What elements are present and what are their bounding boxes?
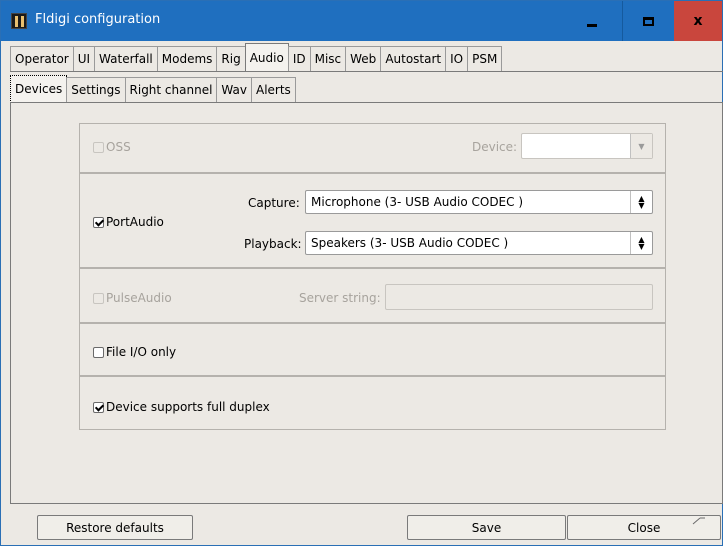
pulseaudio-checkbox[interactable]: PulseAudio xyxy=(93,291,172,305)
tab-web[interactable]: Web xyxy=(345,46,382,71)
tab-misc[interactable]: Misc xyxy=(309,46,347,71)
title-bar[interactable]: Fldigi configuration x xyxy=(1,1,722,41)
tab-modems[interactable]: Modems xyxy=(156,46,218,71)
tab-right-channel[interactable]: Right channel xyxy=(124,77,218,102)
dropdown-arrow-icon: ▼ xyxy=(630,134,652,158)
updown-arrow-icon: ▲ ▼ xyxy=(630,191,652,213)
main-tabs: Operator UI Waterfall Modems Rig Audio I… xyxy=(10,43,503,71)
tab-rig[interactable]: Rig xyxy=(216,46,246,71)
restore-defaults-button[interactable]: Restore defaults xyxy=(37,515,193,540)
full-duplex-checkbox[interactable]: Device supports full duplex xyxy=(93,400,270,414)
sub-tabs: Devices Settings Right channel Wav Alert… xyxy=(10,75,296,103)
server-string-input[interactable] xyxy=(385,284,653,310)
file-io-checkbox[interactable]: File I/O only xyxy=(93,345,176,359)
playback-select[interactable]: Speakers (3- USB Audio CODEC ) ▲ ▼ xyxy=(305,231,653,255)
oss-checkbox[interactable]: OSS xyxy=(93,140,131,154)
maximize-button[interactable] xyxy=(622,1,674,41)
close-window-button[interactable]: x xyxy=(674,1,722,41)
tab-autostart[interactable]: Autostart xyxy=(380,46,447,71)
window-title: Fldigi configuration xyxy=(35,12,161,27)
tab-io[interactable]: IO xyxy=(445,46,469,71)
save-button[interactable]: Save xyxy=(407,515,566,540)
full-duplex-checkbox-box[interactable] xyxy=(93,401,104,413)
file-io-label: File I/O only xyxy=(106,345,177,359)
portaudio-label: PortAudio xyxy=(106,215,164,229)
tab-audio[interactable]: Audio xyxy=(244,43,289,71)
minimize-icon xyxy=(587,23,597,27)
playback-value: Speakers (3- USB Audio CODEC ) xyxy=(311,236,509,250)
updown-arrow-icon: ▲ ▼ xyxy=(630,232,652,254)
capture-value: Microphone (3- USB Audio CODEC ) xyxy=(311,195,524,209)
pulseaudio-label: PulseAudio xyxy=(106,291,172,305)
capture-select[interactable]: Microphone (3- USB Audio CODEC ) ▲ ▼ xyxy=(305,190,653,214)
playback-label: Playback: xyxy=(244,237,302,251)
oss-device-label: Device: xyxy=(472,140,518,154)
server-string-label: Server string: xyxy=(299,291,381,305)
minimize-button[interactable] xyxy=(566,1,618,41)
tab-operator[interactable]: Operator xyxy=(10,46,74,71)
config-window: Fldigi configuration x Operator UI Water… xyxy=(0,0,723,546)
main-tabs-divider xyxy=(10,71,723,72)
portaudio-checkbox[interactable]: PortAudio xyxy=(93,215,164,229)
capture-label: Capture: xyxy=(248,196,300,210)
tab-waterfall[interactable]: Waterfall xyxy=(94,46,158,71)
tab-id[interactable]: ID xyxy=(287,46,311,71)
file-io-checkbox-box[interactable] xyxy=(93,346,104,358)
fldigi-app-icon xyxy=(11,13,27,29)
tab-alerts[interactable]: Alerts xyxy=(250,77,296,102)
tab-devices[interactable]: Devices xyxy=(10,75,68,103)
close-icon: x xyxy=(693,13,703,29)
maximize-icon xyxy=(643,16,654,26)
oss-device-select[interactable]: ▼ xyxy=(521,133,653,159)
portaudio-checkbox-box[interactable] xyxy=(93,216,104,228)
tab-settings[interactable]: Settings xyxy=(66,77,126,102)
tab-psm[interactable]: PSM xyxy=(467,46,503,71)
pulseaudio-checkbox-box[interactable] xyxy=(93,292,104,304)
resize-grip-icon[interactable] xyxy=(692,517,706,525)
full-duplex-label: Device supports full duplex xyxy=(106,400,270,414)
oss-checkbox-box[interactable] xyxy=(93,141,104,153)
oss-label: OSS xyxy=(106,140,131,154)
tab-ui[interactable]: UI xyxy=(72,46,96,71)
tab-wav[interactable]: Wav xyxy=(216,77,252,102)
